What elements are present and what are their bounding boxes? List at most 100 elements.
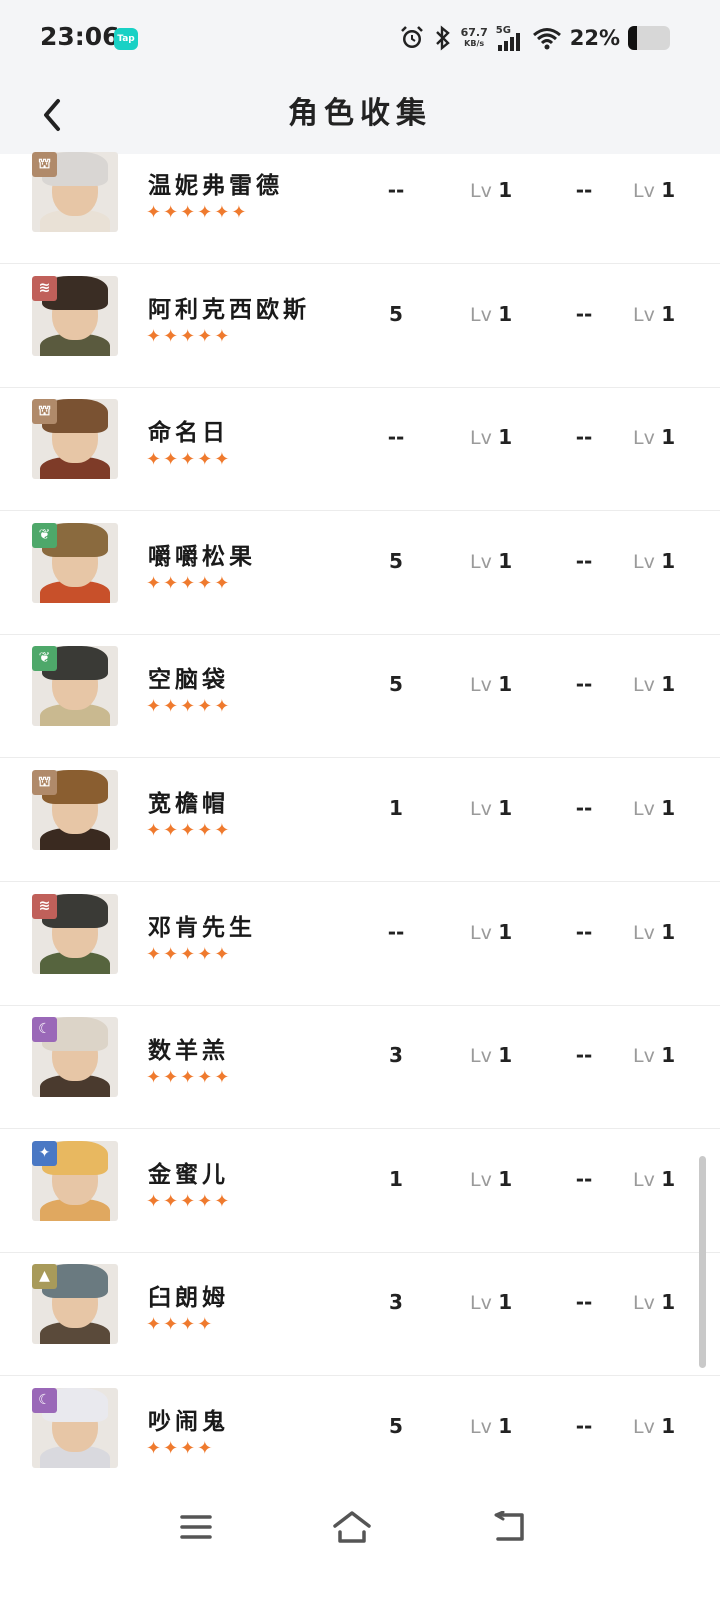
star-rating: ✦✦✦✦✦ bbox=[146, 325, 232, 347]
level-1: Lv 1 bbox=[470, 919, 513, 944]
stat-value-2: -- bbox=[575, 672, 593, 697]
element-icon: ≋ bbox=[32, 893, 57, 919]
list-item[interactable]: ▲ 臼朗姆 ✦✦✦✦ 3 Lv 1 -- Lv 1 bbox=[0, 1250, 720, 1377]
stat-value-2: -- bbox=[575, 425, 593, 450]
character-name: 空脑袋 bbox=[148, 666, 229, 694]
character-name: 金蜜儿 bbox=[148, 1160, 229, 1188]
level-1: Lv 1 bbox=[470, 1166, 513, 1191]
stat-value: 5 bbox=[389, 1414, 403, 1438]
level-1: Lv 1 bbox=[470, 1414, 513, 1438]
list-item[interactable]: ≋ 邓肯先生 ✦✦✦✦✦ -- Lv 1 -- Lv 1 bbox=[0, 880, 720, 1006]
character-name: 阿利克西欧斯 bbox=[148, 295, 310, 323]
list-item[interactable]: ❦ 空脑袋 ✦✦✦✦✦ 5 Lv 1 -- Lv 1 bbox=[0, 632, 720, 759]
element-icon: ✦ bbox=[32, 1140, 57, 1166]
avatar: ☾ bbox=[32, 1017, 118, 1098]
tap-app-icon: Tap bbox=[114, 28, 138, 50]
element-icon: ▲ bbox=[32, 1264, 57, 1290]
level-1: Lv 1 bbox=[470, 548, 513, 573]
stat-value: 1 bbox=[389, 1166, 403, 1191]
level-1: Lv 1 bbox=[470, 672, 513, 697]
home-button[interactable] bbox=[322, 1502, 382, 1552]
star-rating: ✦✦✦✦ bbox=[146, 1438, 215, 1459]
character-name: 温妮弗雷德 bbox=[148, 172, 283, 199]
status-bar: 23:06 Tap 67.7 KB/s 5G 22% bbox=[0, 0, 720, 76]
stat-value: 3 bbox=[389, 1043, 403, 1068]
level-1: Lv 1 bbox=[470, 178, 513, 202]
star-rating: ✦✦✦✦✦ bbox=[146, 572, 232, 594]
stat-value: 5 bbox=[389, 672, 403, 697]
battery-percent: 22% bbox=[569, 26, 620, 50]
list-item[interactable]: ☾ 数羊羔 ✦✦✦✦✦ 3 Lv 1 -- Lv 1 bbox=[0, 1003, 720, 1130]
character-name: 数羊羔 bbox=[148, 1037, 229, 1065]
level-2: Lv 1 bbox=[633, 1290, 676, 1315]
stat-value: 1 bbox=[389, 796, 403, 820]
level-2: Lv 1 bbox=[633, 1166, 676, 1191]
level-1: Lv 1 bbox=[470, 1290, 513, 1315]
signal-icon: 5G bbox=[496, 25, 524, 51]
element-icon: ⛫ bbox=[32, 152, 57, 177]
avatar: ⛫ bbox=[32, 770, 118, 850]
star-rating: ✦✦✦✦ bbox=[146, 1314, 215, 1336]
stat-value-2: -- bbox=[575, 548, 593, 573]
character-name: 嚼嚼松果 bbox=[148, 542, 256, 570]
level-2: Lv 1 bbox=[633, 1414, 676, 1438]
star-rating: ✦✦✦✦✦ bbox=[146, 449, 232, 471]
battery-icon bbox=[628, 26, 670, 50]
character-name: 吵闹鬼 bbox=[148, 1408, 229, 1435]
net-speed: 67.7 KB/s bbox=[460, 26, 488, 48]
list-item[interactable]: ≋ 阿利克西欧斯 ✦✦✦✦✦ 5 Lv 1 -- Lv 1 bbox=[0, 262, 720, 388]
avatar: ❦ bbox=[32, 646, 118, 727]
bluetooth-icon bbox=[435, 25, 450, 51]
avatar: ≋ bbox=[32, 893, 118, 974]
level-2: Lv 1 bbox=[633, 301, 676, 326]
scrollbar[interactable] bbox=[699, 1156, 706, 1368]
stat-value-2: -- bbox=[575, 796, 593, 820]
avatar: ⛫ bbox=[32, 399, 118, 480]
list-item[interactable]: ☾ 吵闹鬼 ✦✦✦✦ 5 Lv 1 -- Lv 1 bbox=[0, 1374, 720, 1500]
level-1: Lv 1 bbox=[470, 425, 513, 450]
avatar: ▲ bbox=[32, 1264, 118, 1345]
level-1: Lv 1 bbox=[470, 301, 513, 326]
element-icon: ❦ bbox=[32, 522, 57, 548]
status-time: 23:06 bbox=[40, 22, 120, 51]
character-list[interactable]: ⛫ 温妮弗雷德 ✦✦✦✦✦✦ -- Lv 1 -- Lv 1 ≋ 阿利克西欧斯 ✦✦✦✦✦ 5 Lv … bbox=[0, 152, 720, 1512]
level-1: Lv 1 bbox=[470, 1043, 513, 1068]
avatar: ☾ bbox=[32, 1388, 118, 1468]
stat-value: 5 bbox=[389, 548, 403, 573]
element-icon: ☾ bbox=[32, 1017, 57, 1043]
list-item[interactable]: ✦ 金蜜儿 ✦✦✦✦✦ 1 Lv 1 -- Lv 1 bbox=[0, 1127, 720, 1253]
element-icon: ❦ bbox=[32, 646, 57, 672]
stat-value-2: -- bbox=[575, 919, 593, 944]
level-1: Lv 1 bbox=[470, 796, 513, 820]
header: 角色收集 bbox=[0, 76, 720, 154]
avatar: ≋ bbox=[32, 275, 118, 356]
list-item[interactable]: ❦ 嚼嚼松果 ✦✦✦✦✦ 5 Lv 1 -- Lv 1 bbox=[0, 509, 720, 635]
avatar: ⛫ bbox=[32, 152, 118, 232]
star-rating: ✦✦✦✦✦✦ bbox=[146, 202, 249, 223]
level-2: Lv 1 bbox=[633, 178, 676, 202]
avatar: ❦ bbox=[32, 522, 118, 603]
list-item[interactable]: ⛫ 温妮弗雷德 ✦✦✦✦✦✦ -- Lv 1 -- Lv 1 bbox=[0, 152, 720, 264]
element-icon: ☾ bbox=[32, 1388, 57, 1413]
level-2: Lv 1 bbox=[633, 796, 676, 820]
back-nav-button[interactable] bbox=[480, 1502, 540, 1552]
stat-value: -- bbox=[387, 425, 405, 450]
list-item[interactable]: ⛫ 宽檐帽 ✦✦✦✦✦ 1 Lv 1 -- Lv 1 bbox=[0, 756, 720, 882]
menu-icon bbox=[180, 1515, 212, 1539]
character-name: 邓肯先生 bbox=[148, 913, 256, 941]
star-rating: ✦✦✦✦✦ bbox=[146, 1067, 232, 1089]
system-nav-bar bbox=[0, 1490, 720, 1600]
list-item[interactable]: ⛫ 命名日 ✦✦✦✦✦ -- Lv 1 -- Lv 1 bbox=[0, 385, 720, 512]
stat-value: -- bbox=[387, 919, 405, 944]
back-arrow-icon bbox=[494, 1511, 524, 1541]
star-rating: ✦✦✦✦✦ bbox=[146, 696, 232, 718]
menu-button[interactable] bbox=[166, 1502, 226, 1552]
level-2: Lv 1 bbox=[633, 919, 676, 944]
star-rating: ✦✦✦✦✦ bbox=[146, 820, 232, 841]
stat-value-2: -- bbox=[575, 1043, 593, 1068]
element-icon: ⛫ bbox=[32, 770, 57, 795]
stat-value-2: -- bbox=[575, 1166, 593, 1191]
element-icon: ≋ bbox=[32, 275, 57, 301]
stat-value-2: -- bbox=[575, 301, 593, 326]
stat-value-2: -- bbox=[575, 1290, 593, 1315]
